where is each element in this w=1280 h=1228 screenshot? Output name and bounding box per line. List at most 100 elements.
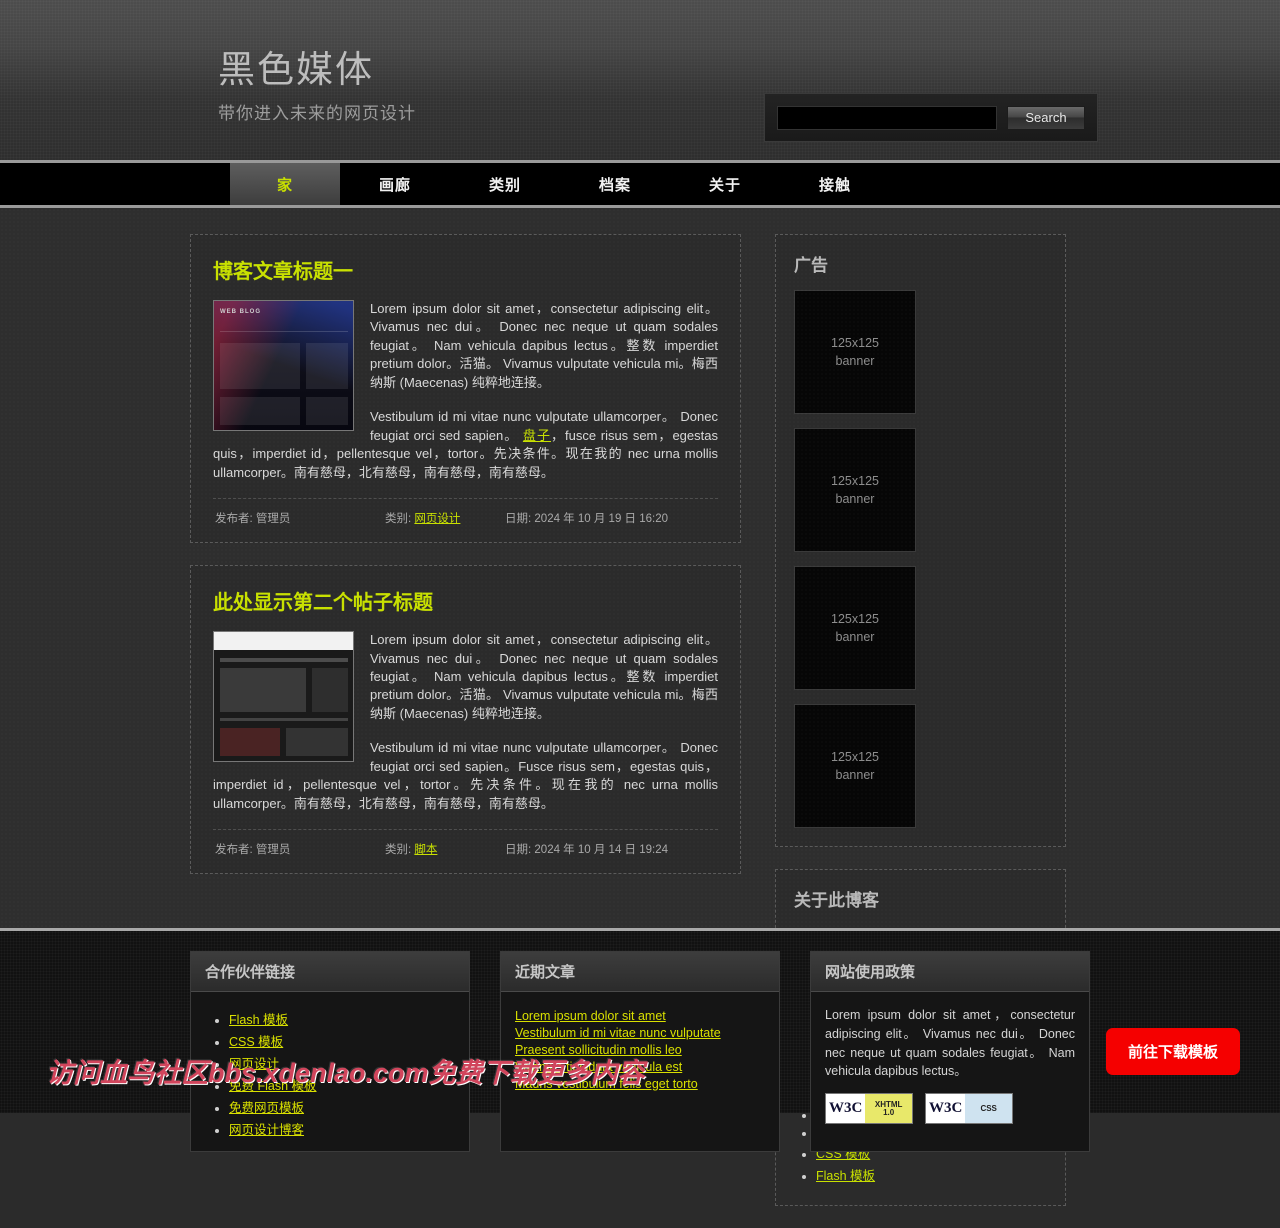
post-title[interactable]: 博客文章标题一 <box>213 255 718 284</box>
category-label: 类别: <box>385 844 412 857</box>
thumb-deco-block <box>220 668 306 713</box>
thumb-deco-block <box>312 668 348 713</box>
brand: 黑色媒体 带你进入未来的网页设计 <box>218 49 416 124</box>
validation-badges: W3C XHTML 1.0 W3C CSS <box>825 1093 1075 1124</box>
author-label: 发布者: <box>215 513 253 526</box>
footer-policy-title: 网站使用政策 <box>811 952 1089 992</box>
post-thumbnail[interactable] <box>213 631 354 763</box>
footer-partners-body: Flash 模板 CSS 模板 网页设计 免费 Flash 模板 免费网页模板 … <box>191 992 469 1151</box>
ad-banner[interactable]: 125x125 banner <box>794 428 916 552</box>
search-button[interactable]: Search <box>1007 105 1085 130</box>
ad-banner[interactable]: 125x125 banner <box>794 704 916 828</box>
css-validator-badge[interactable]: W3C CSS <box>925 1093 1013 1124</box>
site-footer: 合作伙伴链接 Flash 模板 CSS 模板 网页设计 免费 Flash 模板 … <box>0 928 1280 1152</box>
main-area: 博客文章标题一 WEB BLOG Lorem ipsum dolor sit a… <box>0 208 1280 1206</box>
nav-item-categories[interactable]: 类别 <box>450 163 560 205</box>
thumb-deco-line <box>220 331 348 332</box>
post-author: 发布者: 管理员 <box>215 510 385 526</box>
main-navigation: 家 画廊 类别 档案 关于 接触 <box>0 160 1280 208</box>
thumb-deco-block <box>286 728 348 757</box>
footer-partners: 合作伙伴链接 Flash 模板 CSS 模板 网页设计 免费 Flash 模板 … <box>190 951 470 1152</box>
partner-link[interactable]: Flash 模板 <box>229 1013 288 1027</box>
partner-link[interactable]: 网页设计博客 <box>229 1123 304 1137</box>
date-value: 2024 年 10 月 19 日 16:20 <box>534 513 669 526</box>
partner-link[interactable]: CSS 模板 <box>229 1035 283 1049</box>
footer-recent-body: Lorem ipsum dolor sit amet Vestibulum id… <box>501 992 779 1104</box>
thumb-deco-block <box>220 343 300 389</box>
sidebar-about-title: 关于此博客 <box>794 891 879 910</box>
thumb-deco-block <box>220 728 280 757</box>
list-item: 网页设计博客 <box>229 1119 455 1138</box>
recent-post-link[interactable]: Vestibulum id mi vitae nunc vulputate <box>515 1026 765 1040</box>
category-link[interactable]: 网页设计 <box>414 513 460 525</box>
partner-list: Flash 模板 CSS 模板 网页设计 免费 Flash 模板 免费网页模板 … <box>205 1009 455 1138</box>
category-link[interactable]: Flash 模板 <box>816 1169 875 1183</box>
post-title[interactable]: 此处显示第二个帖子标题 <box>213 586 718 615</box>
date-label: 日期: <box>505 844 532 857</box>
footer-partners-title: 合作伙伴链接 <box>191 952 469 992</box>
list-item: 免费网页模板 <box>229 1097 455 1116</box>
badge-label: XHTML 1.0 <box>865 1094 912 1123</box>
list-item: 免费 Flash 模板 <box>229 1075 455 1094</box>
nav-item-home[interactable]: 家 <box>230 163 340 205</box>
banner-caption: banner <box>835 354 875 368</box>
policy-text: Lorem ipsum dolor sit amet，consectetur a… <box>825 1008 1075 1079</box>
xhtml-validator-badge[interactable]: W3C XHTML 1.0 <box>825 1093 913 1124</box>
list-item: 网页设计 <box>229 1053 455 1072</box>
ad-banner[interactable]: 125x125 banner <box>794 566 916 690</box>
thumb-deco-block <box>306 343 348 389</box>
nav-item-gallery[interactable]: 画廊 <box>340 163 450 205</box>
w3c-logo-text: W3C <box>926 1094 966 1123</box>
thumb-deco-block <box>220 658 348 663</box>
ad-banner[interactable]: 125x125 banner <box>794 290 916 414</box>
banner-grid: 125x125 banner 125x125 banner 125x125 ba… <box>794 290 1047 828</box>
nav-item-about[interactable]: 关于 <box>670 163 780 205</box>
thumb-deco-block <box>220 718 348 722</box>
recent-post-link[interactable]: Vivamus tincidunt vehicula est <box>515 1060 765 1074</box>
category-label: 类别: <box>385 513 412 526</box>
search-box: Search <box>764 93 1098 142</box>
download-template-button[interactable]: 前往下载模板 <box>1105 1028 1240 1075</box>
post-meta: 发布者: 管理员 类别: 脚本 日期: 2024 年 10 月 14 日 19:… <box>213 829 718 865</box>
badge-name: CSS <box>980 1103 997 1113</box>
list-item: Flash 模板 <box>816 1165 1047 1184</box>
footer-recent: 近期文章 Lorem ipsum dolor sit amet Vestibul… <box>500 951 780 1152</box>
post-date: 日期: 2024 年 10 月 19 日 16:20 <box>505 510 716 526</box>
category-link[interactable]: 脚本 <box>414 844 437 856</box>
date-label: 日期: <box>505 513 532 526</box>
post-category: 类别: 网页设计 <box>385 510 505 526</box>
nav-item-archive[interactable]: 档案 <box>560 163 670 205</box>
list-item: Flash 模板 <box>229 1009 455 1028</box>
blog-post: 此处显示第二个帖子标题 Lorem ipsum dolor sit amet，c… <box>190 565 741 875</box>
recent-post-link[interactable]: Praesent sollicitudin mollis leo <box>515 1043 765 1057</box>
thumb-deco-block <box>306 397 348 425</box>
post-thumbnail[interactable]: WEB BLOG <box>213 300 354 431</box>
partner-link[interactable]: 网页设计 <box>229 1057 279 1071</box>
banner-caption: banner <box>835 768 875 782</box>
footer-recent-title: 近期文章 <box>501 952 779 992</box>
banner-caption: banner <box>835 630 875 644</box>
date-value: 2024 年 10 月 14 日 19:24 <box>534 844 669 857</box>
post-author: 发布者: 管理员 <box>215 841 385 857</box>
post-category: 类别: 脚本 <box>385 841 505 857</box>
post-date: 日期: 2024 年 10 月 14 日 19:24 <box>505 841 716 857</box>
recent-post-link[interactable]: Lorem ipsum dolor sit amet <box>515 1009 765 1023</box>
author-value: 管理员 <box>255 513 291 526</box>
recent-post-link[interactable]: Mauris vestibulum felis eget torto <box>515 1077 765 1091</box>
search-input[interactable] <box>777 105 997 130</box>
sidebar-ads-title: 广告 <box>794 256 828 275</box>
post-meta: 发布者: 管理员 类别: 网页设计 日期: 2024 年 10 月 19 日 1… <box>213 498 718 534</box>
blog-post: 博客文章标题一 WEB BLOG Lorem ipsum dolor sit a… <box>190 234 741 544</box>
partner-link[interactable]: 免费 Flash 模板 <box>229 1079 317 1093</box>
thumbnail-logo-text: WEB BLOG <box>220 309 261 315</box>
banner-size: 125x125 <box>831 335 879 350</box>
inline-link[interactable]: 盘子 <box>523 428 551 443</box>
footer-policy: 网站使用政策 Lorem ipsum dolor sit amet，consec… <box>810 951 1090 1152</box>
site-title: 黑色媒体 <box>218 49 374 90</box>
banner-size: 125x125 <box>831 749 879 764</box>
nav-item-contact[interactable]: 接触 <box>780 163 890 205</box>
badge-label: CSS <box>965 1094 1012 1123</box>
banner-caption: banner <box>835 492 875 506</box>
site-header: 黑色媒体 带你进入未来的网页设计 Search <box>0 0 1280 160</box>
